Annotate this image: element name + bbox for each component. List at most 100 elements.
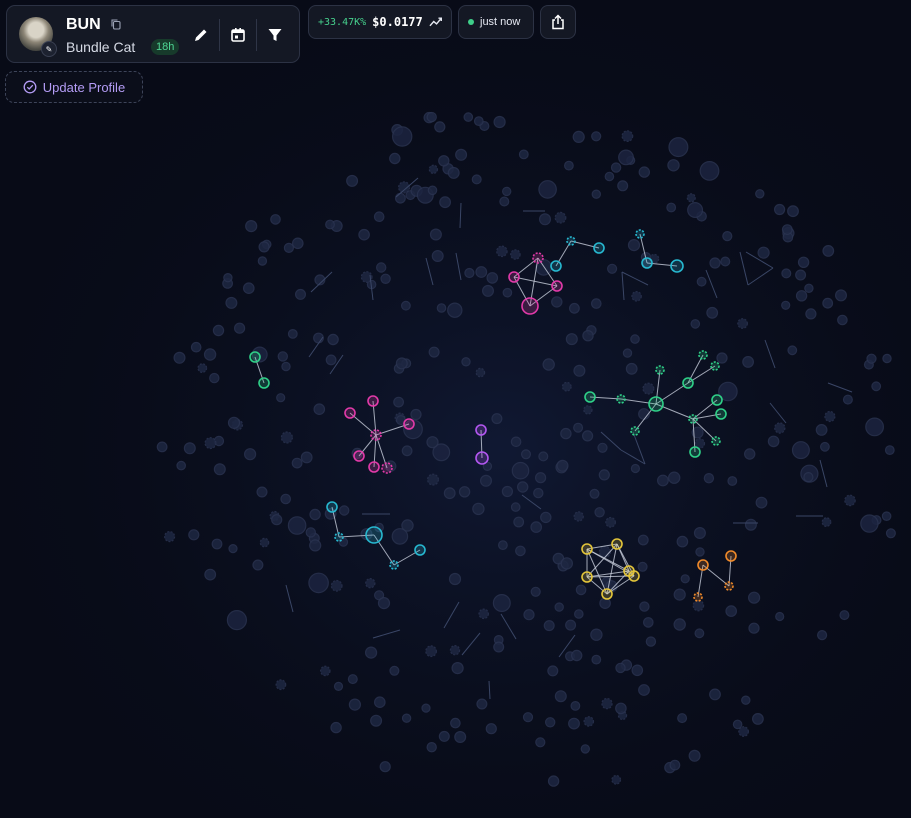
holder-bubble[interactable] — [742, 356, 754, 368]
holder-bubble[interactable] — [804, 283, 814, 293]
holder-bubble[interactable] — [176, 460, 186, 471]
holder-bubble[interactable] — [486, 272, 499, 284]
magenta-cluster-bubble[interactable] — [508, 271, 520, 283]
holder-bubble[interactable] — [346, 174, 359, 187]
cyan-cluster-bubble[interactable] — [365, 526, 383, 544]
holder-bubble[interactable] — [427, 185, 438, 196]
holder-bubble[interactable] — [339, 505, 350, 516]
holder-bubble[interactable] — [455, 148, 468, 161]
holder-bubble[interactable] — [510, 249, 521, 260]
holder-bubble[interactable] — [156, 441, 168, 453]
holder-bubble[interactable] — [824, 410, 836, 423]
holder-bubble[interactable] — [668, 471, 681, 484]
holder-bubble[interactable] — [421, 703, 431, 713]
holder-bubble[interactable] — [308, 572, 329, 594]
holder-bubble[interactable] — [625, 362, 638, 375]
cyan-cluster-bubble[interactable] — [414, 544, 426, 556]
holder-bubble[interactable] — [533, 487, 544, 499]
holder-bubble[interactable] — [534, 472, 547, 484]
holder-bubble[interactable] — [560, 427, 572, 440]
holder-bubble[interactable] — [834, 289, 847, 302]
holder-bubble[interactable] — [499, 196, 510, 207]
holder-bubble[interactable] — [389, 665, 400, 676]
update-profile-button[interactable]: Update Profile — [5, 71, 143, 103]
holder-bubble[interactable] — [482, 284, 495, 297]
holder-bubble[interactable] — [573, 364, 586, 377]
holder-bubble[interactable] — [591, 654, 602, 665]
holder-bubble[interactable] — [757, 246, 770, 259]
magenta-cluster-bubble[interactable] — [521, 297, 539, 315]
holder-bubble[interactable] — [543, 620, 555, 632]
holder-bubble[interactable] — [475, 367, 486, 378]
holder-bubble[interactable] — [645, 636, 657, 647]
holder-bubble[interactable] — [781, 268, 792, 279]
holder-bubble[interactable] — [491, 413, 503, 425]
holder-bubble[interactable] — [395, 357, 408, 370]
holder-bubble[interactable] — [287, 329, 298, 339]
cyan-cluster-bubble[interactable] — [670, 259, 684, 273]
holder-bubble[interactable] — [547, 775, 560, 787]
yellow-cluster-bubble[interactable] — [628, 570, 640, 582]
holder-bubble[interactable] — [545, 717, 556, 728]
holder-bubble[interactable] — [657, 474, 669, 487]
holder-bubble[interactable] — [638, 166, 651, 178]
holder-bubble[interactable] — [522, 712, 534, 723]
holder-bubble[interactable] — [502, 287, 513, 298]
holder-bubble[interactable] — [615, 662, 626, 674]
holder-bubble[interactable] — [502, 186, 512, 197]
holder-bubble[interactable] — [485, 723, 497, 735]
holder-bubble[interactable] — [183, 442, 196, 455]
holder-bubble[interactable] — [606, 263, 618, 274]
holder-bubble[interactable] — [554, 211, 567, 224]
cyan-cluster-bubble[interactable] — [593, 242, 605, 254]
holder-bubble[interactable] — [164, 530, 176, 543]
holder-bubble[interactable] — [392, 126, 413, 147]
yellow-cluster-bubble[interactable] — [581, 543, 593, 555]
holder-bubble[interactable] — [688, 749, 701, 762]
orange-cluster-bubble[interactable] — [697, 559, 709, 571]
holder-bubble[interactable] — [839, 610, 850, 621]
holder-bubble[interactable] — [611, 774, 622, 785]
holder-bubble[interactable] — [493, 641, 505, 653]
holder-bubble[interactable] — [438, 155, 450, 167]
holder-bubble[interactable] — [554, 690, 567, 703]
holder-bubble[interactable] — [667, 159, 680, 172]
holder-bubble[interactable] — [471, 174, 482, 185]
holder-bubble[interactable] — [822, 244, 835, 257]
holder-bubble[interactable] — [498, 540, 508, 550]
holder-bubble[interactable] — [821, 517, 832, 527]
holder-bubble[interactable] — [434, 121, 446, 133]
yellow-cluster-bubble[interactable] — [611, 538, 623, 550]
holder-bubble[interactable] — [209, 372, 220, 384]
holder-bubble[interactable] — [234, 322, 246, 334]
holder-bubble[interactable] — [837, 314, 848, 326]
holder-bubble[interactable] — [305, 527, 316, 538]
holder-bubble[interactable] — [295, 288, 307, 300]
green-cluster-bubble[interactable] — [648, 396, 664, 412]
holder-bubble[interactable] — [451, 661, 464, 675]
holder-bubble[interactable] — [276, 393, 286, 403]
holder-bubble[interactable] — [330, 579, 343, 592]
holder-bubble[interactable] — [673, 588, 686, 601]
holder-bubble[interactable] — [436, 303, 447, 313]
holder-bubble[interactable] — [281, 361, 291, 372]
cyan-cluster-bubble[interactable] — [635, 229, 645, 239]
cyan-cluster-bubble[interactable] — [550, 260, 562, 272]
holder-bubble[interactable] — [748, 622, 760, 634]
holder-bubble[interactable] — [333, 681, 344, 692]
holder-bubble[interactable] — [637, 534, 649, 546]
holder-bubble[interactable] — [803, 472, 814, 483]
holder-bubble[interactable] — [426, 742, 437, 753]
holder-bubble[interactable] — [496, 245, 508, 258]
orange-cluster-bubble[interactable] — [725, 550, 737, 562]
holder-bubble[interactable] — [319, 665, 331, 677]
holder-bubble[interactable] — [401, 300, 411, 311]
holder-bubble[interactable] — [820, 441, 830, 452]
holder-bubble[interactable] — [429, 228, 442, 241]
holder-bubble[interactable] — [510, 436, 522, 448]
holder-bubble[interactable] — [510, 502, 521, 512]
holder-bubble[interactable] — [581, 430, 594, 442]
holder-bubble[interactable] — [438, 730, 450, 742]
holder-bubble[interactable] — [885, 528, 896, 539]
holder-bubble[interactable] — [513, 516, 525, 528]
